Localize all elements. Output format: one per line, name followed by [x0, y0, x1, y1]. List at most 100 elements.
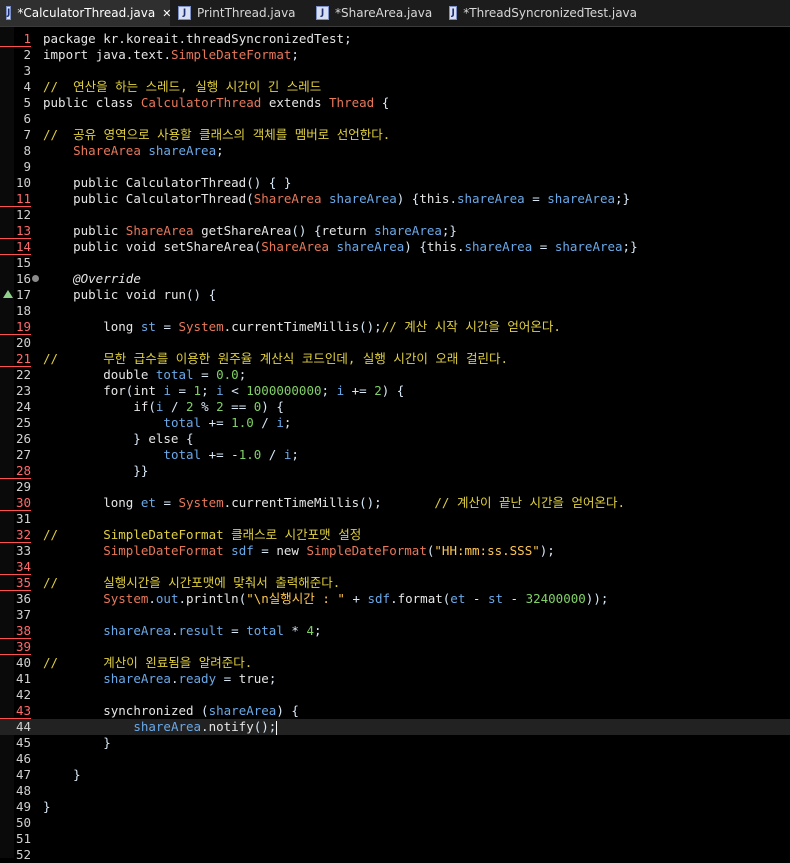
code-line[interactable]: 40 // 계산이 왼료됨을 알려준다.	[0, 655, 790, 671]
code-text[interactable]: import java.text.SimpleDateFormat;	[43, 47, 299, 63]
code-line[interactable]: 43 synchronized (shareArea) {	[0, 703, 790, 719]
line-number: 4	[23, 79, 31, 94]
code-line[interactable]: 34	[0, 559, 790, 575]
code-text[interactable]: // 무한 급수를 이용한 원주율 계산식 코드인데, 실행 시간이 오래 걸린…	[43, 351, 508, 367]
code-line[interactable]: 29	[0, 479, 790, 495]
code-line[interactable]: 51	[0, 831, 790, 847]
code-line[interactable]: 17 public void run() {	[0, 287, 790, 303]
code-line[interactable]: 42	[0, 687, 790, 703]
code-line[interactable]: 50	[0, 815, 790, 831]
java-file-icon: J	[316, 6, 329, 20]
code-text[interactable]: // 실행시간을 시간포맷에 맞춰서 출력해준다.	[43, 575, 340, 591]
code-text[interactable]: // 계산이 왼료됨을 알려준다.	[43, 655, 252, 671]
line-number: 5	[23, 95, 31, 110]
code-text[interactable]: }}	[43, 463, 148, 479]
code-text[interactable]: // 공유 영역으로 사용할 클래스의 객체를 멤버로 선언한다.	[43, 127, 390, 143]
code-line[interactable]: 38 shareArea.result = total * 4;	[0, 623, 790, 639]
code-line[interactable]: 13 public ShareArea getShareArea() {retu…	[0, 223, 790, 239]
code-text[interactable]: public CalculatorThread(ShareArea shareA…	[43, 191, 630, 207]
code-text[interactable]: SimpleDateFormat sdf = new SimpleDateFor…	[43, 543, 555, 559]
code-text[interactable]: @Override	[43, 271, 141, 287]
code-line[interactable]: 19 long st = System.currentTimeMillis();…	[0, 319, 790, 335]
code-line[interactable]: 14 public void setShareArea(ShareArea sh…	[0, 239, 790, 255]
code-text[interactable]: public void run() {	[43, 287, 216, 303]
code-text[interactable]: public class CalculatorThread extends Th…	[43, 95, 389, 111]
fold-marker-icon[interactable]	[32, 275, 39, 282]
code-text[interactable]: public CalculatorThread() { }	[43, 175, 291, 191]
code-line[interactable]: 5 public class CalculatorThread extends T…	[0, 95, 790, 111]
code-line[interactable]: 49}	[0, 799, 790, 815]
code-line[interactable]: 44 shareArea.notify();	[0, 719, 790, 735]
line-number: 12	[15, 207, 31, 222]
code-text[interactable]: synchronized (shareArea) {	[43, 703, 299, 719]
code-text[interactable]: double total = 0.0;	[43, 367, 246, 383]
code-line[interactable]: 24 if(i / 2 % 2 == 0) {	[0, 399, 790, 415]
code-line[interactable]: 30 long et = System.currentTimeMillis();…	[0, 495, 790, 511]
code-text[interactable]: }	[43, 767, 81, 783]
code-text[interactable]: if(i / 2 % 2 == 0) {	[43, 399, 284, 415]
code-text[interactable]: }	[43, 799, 51, 815]
code-line[interactable]: 48	[0, 783, 790, 799]
code-line[interactable]: 10 public CalculatorThread() { }	[0, 175, 790, 191]
code-text[interactable]: } else {	[43, 431, 193, 447]
code-line[interactable]: 26 } else {	[0, 431, 790, 447]
code-line[interactable]: 39	[0, 639, 790, 655]
code-line[interactable]: 2 import java.text.SimpleDateFormat;	[0, 47, 790, 63]
code-line[interactable]: 22 double total = 0.0;	[0, 367, 790, 383]
code-text[interactable]: public ShareArea getShareArea() {return …	[43, 223, 457, 239]
code-text[interactable]: long st = System.currentTimeMillis();// …	[43, 319, 561, 335]
code-line[interactable]: 18	[0, 303, 790, 319]
code-text[interactable]: System.out.println("\n실행시간 : " + sdf.for…	[43, 591, 608, 607]
code-line[interactable]: 16 @Override	[0, 271, 790, 287]
code-line[interactable]: 52	[0, 847, 790, 863]
code-text[interactable]: shareArea.notify();	[43, 719, 278, 735]
code-line[interactable]: 1 package kr.koreait.threadSyncronizedTes…	[0, 31, 790, 47]
code-line[interactable]: 23 for(int i = 1; i < 1000000000; i += 2…	[0, 383, 790, 399]
code-text[interactable]: shareArea.result = total * 4;	[43, 623, 321, 639]
code-line[interactable]: 32 // SimpleDateFormat 클래스로 시간포맷 설정	[0, 527, 790, 543]
code-text[interactable]: total += -1.0 / i;	[43, 447, 299, 463]
code-line[interactable]: 31	[0, 511, 790, 527]
tab-share-area[interactable]: J *ShareArea.java	[310, 0, 440, 26]
code-text[interactable]: long et = System.currentTimeMillis(); //…	[43, 495, 625, 511]
tab-thread-syncronized-test[interactable]: J *ThreadSyncronizedTest.java	[443, 0, 643, 26]
tab-print-thread[interactable]: J PrintThread.java	[172, 0, 302, 26]
code-line[interactable]: 9	[0, 159, 790, 175]
code-editor[interactable]: 1 package kr.koreait.threadSyncronizedTes…	[0, 27, 790, 862]
code-line[interactable]: 21 // 무한 급수를 이용한 원주율 계산식 코드인데, 실행 시간이 오래 …	[0, 351, 790, 367]
code-line[interactable]: 6	[0, 111, 790, 127]
code-text[interactable]: shareArea.ready = true;	[43, 671, 276, 687]
code-text[interactable]: // SimpleDateFormat 클래스로 시간포맷 설정	[43, 527, 361, 543]
code-line[interactable]: 15	[0, 255, 790, 271]
code-line[interactable]: 46	[0, 751, 790, 767]
line-number: 24	[15, 399, 31, 414]
code-line[interactable]: 47 }	[0, 767, 790, 783]
code-text[interactable]: }	[43, 735, 111, 751]
code-line[interactable]: 25 total += 1.0 / i;	[0, 415, 790, 431]
code-text[interactable]: package kr.koreait.threadSyncronizedTest…	[43, 31, 352, 47]
tab-calculator-thread[interactable]: J *CalculatorThread.java ✕	[0, 0, 171, 26]
code-line[interactable]: 20	[0, 335, 790, 351]
line-number: 3	[23, 63, 31, 78]
code-line[interactable]: 35 // 실행시간을 시간포맷에 맞춰서 출력해준다.	[0, 575, 790, 591]
line-number: 34	[0, 559, 31, 575]
code-line[interactable]: 4 // 연산을 하는 스레드, 실행 시간이 긴 스레드	[0, 79, 790, 95]
code-line[interactable]: 28 }}	[0, 463, 790, 479]
code-line[interactable]: 37	[0, 607, 790, 623]
code-text[interactable]: ShareArea shareArea;	[43, 143, 224, 159]
code-line[interactable]: 3	[0, 63, 790, 79]
code-text[interactable]: total += 1.0 / i;	[43, 415, 291, 431]
code-text[interactable]: // 연산을 하는 스레드, 실행 시간이 긴 스레드	[43, 79, 321, 95]
code-line[interactable]: 12	[0, 207, 790, 223]
code-line[interactable]: 11 public CalculatorThread(ShareArea sha…	[0, 191, 790, 207]
code-text[interactable]: public void setShareArea(ShareArea share…	[43, 239, 638, 255]
close-icon[interactable]: ✕	[162, 7, 171, 20]
code-line[interactable]: 7 // 공유 영역으로 사용할 클래스의 객체를 멤버로 선언한다.	[0, 127, 790, 143]
code-text[interactable]: for(int i = 1; i < 1000000000; i += 2) {	[43, 383, 404, 399]
code-line[interactable]: 45 }	[0, 735, 790, 751]
code-line[interactable]: 8 ShareArea shareArea;	[0, 143, 790, 159]
code-line[interactable]: 27 total += -1.0 / i;	[0, 447, 790, 463]
code-line[interactable]: 41 shareArea.ready = true;	[0, 671, 790, 687]
code-line[interactable]: 36 System.out.println("\n실행시간 : " + sdf.…	[0, 591, 790, 607]
code-line[interactable]: 33 SimpleDateFormat sdf = new SimpleDate…	[0, 543, 790, 559]
